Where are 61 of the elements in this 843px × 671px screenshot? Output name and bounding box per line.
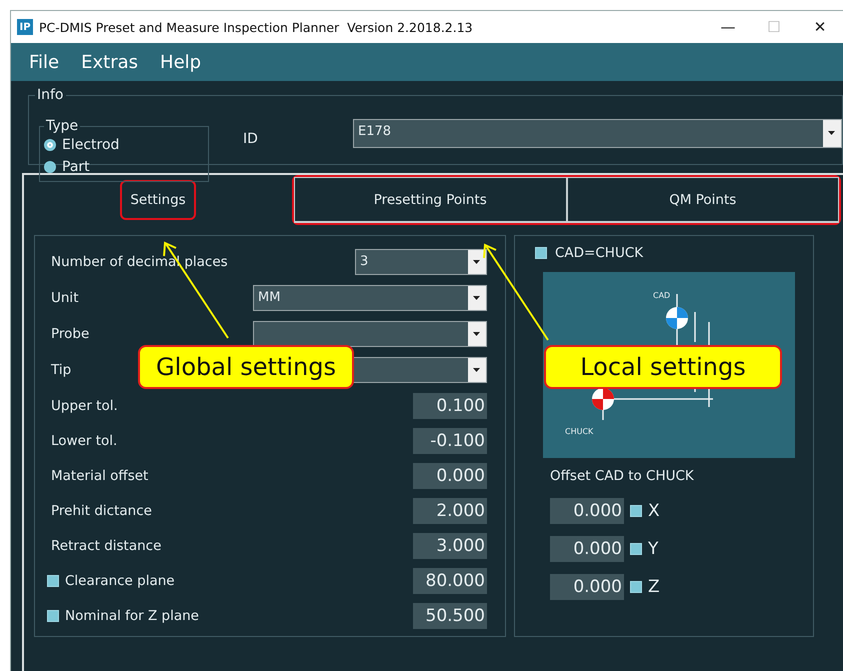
caret-icon (473, 368, 481, 372)
checkbox-label: Nominal for Z plane (65, 608, 199, 624)
number-field[interactable]: 50.500 (413, 602, 487, 628)
dropdown[interactable]: MM (253, 285, 487, 311)
menu-item[interactable]: Help (160, 52, 202, 72)
dropdown[interactable]: 3 (355, 249, 487, 275)
menu-item[interactable]: File (29, 52, 60, 72)
checkbox[interactable] (47, 574, 59, 586)
radio-button[interactable] (44, 161, 56, 173)
setting-label: Upper tol. (50, 398, 118, 414)
number-field[interactable]: 2.000 (413, 498, 487, 524)
axis-label: Y (648, 539, 658, 559)
group-title: Type (45, 118, 80, 134)
caret-icon (473, 332, 481, 336)
number-field[interactable]: -0.100 (413, 428, 487, 454)
number-field[interactable]: 80.000 (413, 568, 487, 594)
caret-icon (473, 260, 481, 264)
caret-icon (828, 131, 836, 136)
number-field[interactable]: 0.000 (550, 574, 624, 600)
checkbox[interactable] (630, 543, 642, 555)
setting-label: Retract distance (50, 538, 162, 554)
id-dropdown[interactable]: E178 (353, 119, 842, 148)
axis-label: Z (648, 577, 660, 597)
diagram-label: CHUCK (565, 427, 594, 436)
checkbox-label: CAD=CHUCK (555, 245, 644, 261)
callout-tooltip: Global settings (138, 345, 354, 389)
number-field[interactable]: 0.000 (550, 498, 624, 524)
checkbox-label: Clearance plane (65, 572, 175, 588)
group-title: Info (36, 87, 64, 103)
window-control-button[interactable]: ✕ (797, 11, 843, 43)
setting-label: Unit (50, 290, 78, 306)
id-label: ID (243, 131, 258, 147)
number-field[interactable]: 0.000 (413, 462, 487, 488)
diagram-label: CAD (653, 291, 670, 300)
axis-label: X (648, 501, 660, 521)
window-control-button[interactable]: — (705, 11, 751, 43)
checkbox[interactable] (630, 581, 642, 593)
setting-label: Tip (50, 362, 72, 378)
number-field[interactable]: 0.000 (550, 536, 624, 562)
number-field[interactable]: 0.100 (413, 392, 487, 418)
checkbox[interactable] (630, 505, 642, 517)
tab[interactable]: QM Points (566, 177, 839, 223)
radio-button[interactable] (44, 139, 56, 151)
setting-label: Probe (50, 326, 90, 342)
setting-label: Lower tol. (50, 432, 118, 448)
setting-label: Prehit dictance (50, 502, 152, 518)
setting-label: Material offset (50, 468, 148, 484)
number-field[interactable]: 3.000 (413, 532, 487, 558)
setting-label: Number of decimal places (50, 254, 228, 270)
callout-tooltip: Local settings (544, 345, 782, 389)
radio-label: Electrod (62, 137, 120, 153)
radio-label: Part (62, 159, 90, 175)
caret-icon (473, 296, 481, 300)
tab[interactable]: Presetting Points (294, 177, 566, 223)
checkbox[interactable] (535, 247, 547, 259)
checkbox[interactable] (47, 610, 59, 622)
menu-item[interactable]: Extras (81, 52, 138, 72)
dropdown[interactable] (253, 321, 487, 347)
offset-label: Offset CAD to CHUCK (550, 468, 695, 486)
window-title: PC-DMIS Preset and Measure Inspection Planner Version 2.2018.2.13 (39, 20, 474, 34)
app-logo: IP (17, 19, 33, 35)
